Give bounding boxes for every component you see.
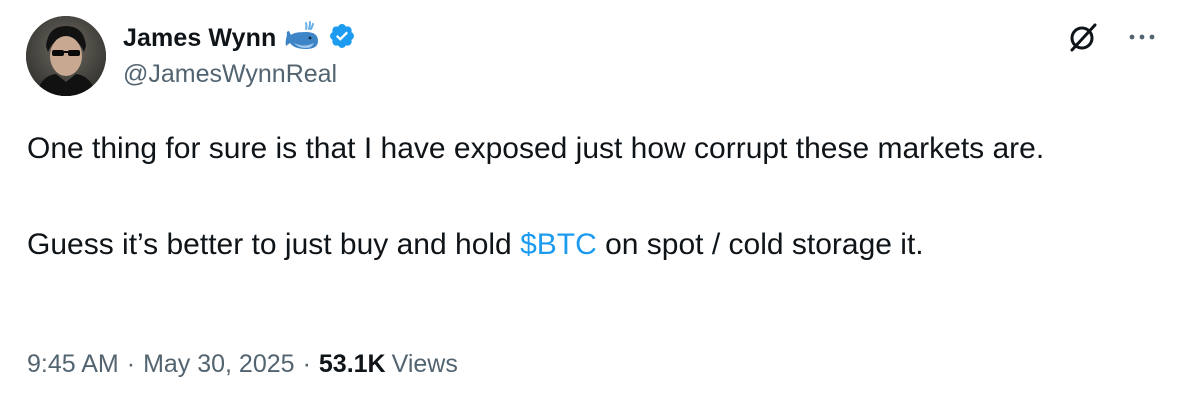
whale-icon — [284, 20, 320, 56]
tweet-paragraph-2-end: on spot / cold storage it. — [596, 228, 924, 261]
verified-badge-icon[interactable] — [328, 22, 356, 55]
tweet-time[interactable]: 9:45 AM — [27, 350, 119, 379]
tweet-date[interactable]: May 30, 2025 — [143, 350, 295, 379]
tweet-meta: 9:45 AM · May 30, 2025 · 53.1K Views — [27, 350, 458, 379]
author-handle[interactable]: @JamesWynnReal — [123, 60, 337, 89]
author-display-name[interactable]: James Wynn — [123, 24, 276, 53]
views-label: Views — [391, 350, 458, 378]
tweet-paragraph-2-start: Guess it’s better to just buy and hold — [27, 228, 521, 261]
avatar-image — [26, 16, 106, 96]
tweet-paragraph-2: Guess it’s better to just buy and hold $… — [27, 224, 1157, 266]
meta-separator: · — [126, 350, 136, 378]
views-count: 53.1K — [318, 350, 386, 378]
meta-separator: · — [302, 350, 311, 378]
grok-icon[interactable] — [1066, 20, 1100, 54]
tweet-paragraph-1: One thing for sure is that I have expose… — [27, 132, 1045, 165]
more-options-icon[interactable] — [1128, 32, 1156, 42]
cashtag-link[interactable]: $BTC — [520, 228, 597, 261]
tweet-card: James Wynn @JamesWynnReal One thing for … — [0, 0, 1186, 400]
author-name-row: James Wynn — [123, 18, 356, 58]
tweet-actions-top — [1066, 20, 1156, 54]
avatar[interactable] — [26, 16, 106, 96]
tweet-text: One thing for sure is that I have expose… — [27, 128, 1157, 266]
